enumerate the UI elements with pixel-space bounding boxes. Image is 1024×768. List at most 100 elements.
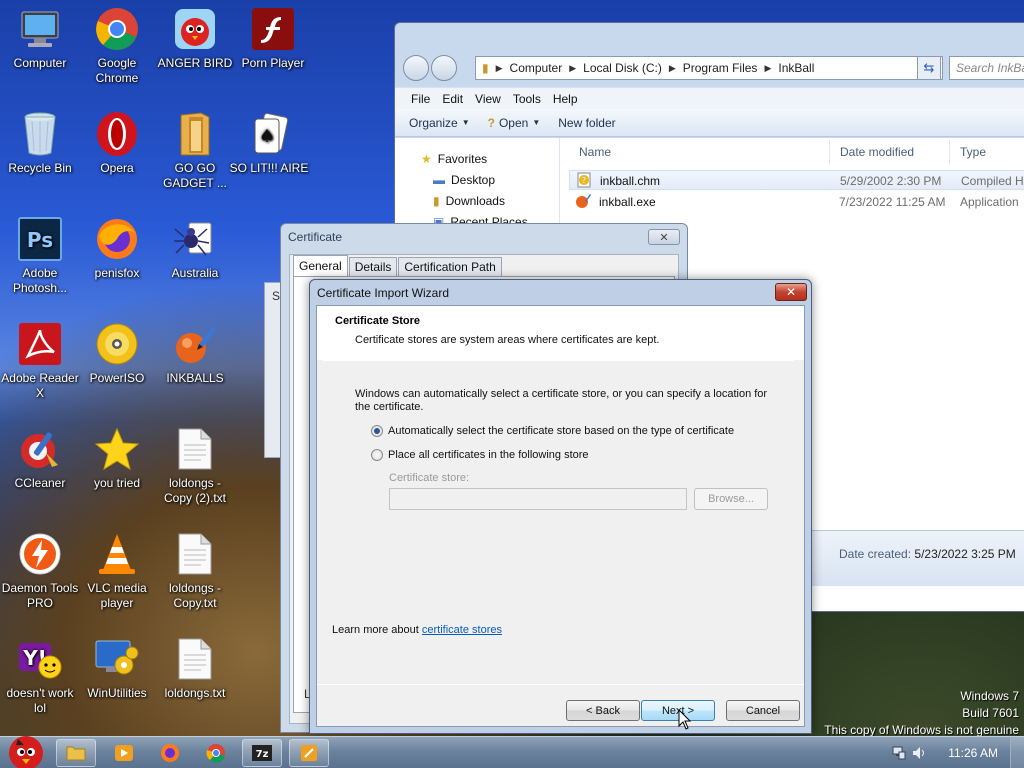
browse-button: Browse... bbox=[694, 488, 768, 510]
desktop-icon: ▬ bbox=[433, 173, 445, 187]
flash-player-icon bbox=[250, 6, 296, 52]
column-date-modified[interactable]: Date modified bbox=[840, 145, 914, 159]
forward-nav-button[interactable] bbox=[431, 55, 457, 81]
close-button[interactable]: ✕ bbox=[775, 283, 807, 301]
refresh-button[interactable]: ⇆ bbox=[917, 56, 941, 80]
desktop-icon-poweriso[interactable]: PowerISO bbox=[77, 315, 157, 415]
back-nav-button[interactable] bbox=[403, 55, 429, 81]
desktop-icon-so-lit-aire[interactable]: ♠ SO LIT!!! AIRE bbox=[229, 105, 309, 205]
menu-help[interactable]: Help bbox=[547, 92, 584, 106]
learn-more-prefix: Learn more about bbox=[332, 624, 422, 636]
breadcrumb-inkball[interactable]: InkBall bbox=[778, 61, 814, 75]
desktop-icon-vlc[interactable]: VLC media player bbox=[77, 525, 157, 625]
star-icon bbox=[94, 426, 140, 472]
auto-select-option[interactable]: Automatically select the certificate sto… bbox=[371, 425, 734, 437]
start-button[interactable] bbox=[4, 731, 48, 768]
desktop-icon-opera[interactable]: Opera bbox=[77, 105, 157, 205]
svg-text:?: ? bbox=[582, 176, 586, 185]
desktop-icon-doesnt-work[interactable]: Y! doesn't work lol bbox=[0, 630, 80, 730]
radio-unselected-icon[interactable] bbox=[371, 449, 383, 461]
desktop-icon-porn-player[interactable]: Porn Player bbox=[233, 0, 313, 100]
desktop-icon-computer[interactable]: Computer bbox=[0, 0, 80, 100]
taskbar-explorer[interactable] bbox=[56, 739, 96, 767]
nav-desktop[interactable]: ▬ Desktop bbox=[433, 173, 495, 187]
certificate-stores-link[interactable]: certificate stores bbox=[422, 624, 502, 636]
nav-favorites[interactable]: ★ Favorites bbox=[421, 152, 487, 166]
auto-select-label: Automatically select the certificate sto… bbox=[388, 425, 735, 437]
desktop-icon-adobe-photoshop[interactable]: Ps Adobe Photosh... bbox=[0, 210, 80, 310]
cancel-button[interactable]: Cancel bbox=[726, 700, 800, 721]
intro-line-2: the certificate. bbox=[355, 401, 424, 413]
tab-certification-path[interactable]: Certification Path bbox=[398, 257, 502, 277]
desktop-icon-ccleaner[interactable]: CCleaner bbox=[0, 420, 80, 520]
column-name[interactable]: Name bbox=[579, 145, 611, 159]
wizard-content: Certificate Store Certificate stores are… bbox=[316, 305, 805, 727]
radio-selected-icon[interactable] bbox=[371, 425, 383, 437]
menu-edit[interactable]: Edit bbox=[436, 92, 469, 106]
chevron-right-icon: ▶ bbox=[764, 62, 772, 73]
tab-details[interactable]: Details bbox=[348, 257, 398, 277]
text-file-icon bbox=[172, 636, 218, 682]
desktop-icon-loldongs-copy[interactable]: loldongs - Copy.txt bbox=[155, 525, 235, 625]
desktop-icon-winutilities[interactable]: WinUtilities bbox=[77, 630, 157, 730]
desktop-icon-adobe-reader[interactable]: Adobe Reader X bbox=[0, 315, 80, 415]
open-button[interactable]: ? Open ▼ bbox=[488, 116, 541, 130]
import-wizard-window[interactable]: Certificate Import Wizard ✕ Certificate … bbox=[309, 279, 812, 734]
breadcrumb-computer[interactable]: Computer bbox=[510, 61, 563, 75]
network-icon[interactable] bbox=[892, 746, 906, 760]
intro-text: Windows can automatically select a certi… bbox=[355, 388, 767, 414]
menu-file[interactable]: File bbox=[405, 92, 436, 106]
menu-tools[interactable]: Tools bbox=[507, 92, 547, 106]
desktop-icon-go-go-gadget[interactable]: GO GO GADGET ... bbox=[155, 105, 235, 205]
svg-text:Ps: Ps bbox=[27, 228, 53, 252]
watermark-os: Windows 7 bbox=[960, 689, 1019, 703]
menu-view[interactable]: View bbox=[469, 92, 507, 106]
taskbar: 7z 11:26 AM bbox=[0, 736, 1024, 768]
manual-store-option[interactable]: Place all certificates in the following … bbox=[371, 449, 589, 461]
close-icon: ✕ bbox=[659, 231, 669, 244]
desktop-icon-anger-bird[interactable]: ANGER BIRD bbox=[155, 0, 235, 100]
close-icon: ✕ bbox=[785, 285, 797, 299]
close-button[interactable]: ✕ bbox=[648, 229, 680, 245]
search-input[interactable]: Search InkBall bbox=[949, 56, 1024, 80]
page-title: Certificate Store bbox=[335, 315, 420, 327]
yahoo-messenger-icon: Y! bbox=[17, 636, 63, 682]
taskbar-firefox[interactable] bbox=[150, 739, 190, 767]
firefox-icon bbox=[94, 216, 140, 262]
desktop-icon-loldongs-copy-2[interactable]: loldongs - Copy (2).txt bbox=[155, 420, 235, 520]
text-file-icon bbox=[172, 426, 218, 472]
address-bar[interactable]: ▮ ▶ Computer ▶ Local Disk (C:) ▶ Program… bbox=[475, 56, 943, 80]
taskbar-chrome[interactable] bbox=[196, 739, 236, 767]
refresh-icon: ⇆ bbox=[923, 60, 935, 75]
taskbar-certificate-wizard[interactable] bbox=[289, 739, 329, 767]
desktop-icon-google-chrome[interactable]: Google Chrome bbox=[77, 0, 157, 100]
inkball-exe-icon bbox=[575, 193, 591, 209]
desktop-icon-daemon-tools[interactable]: Daemon Tools PRO bbox=[0, 525, 80, 625]
breadcrumb-local-disk[interactable]: Local Disk (C:) bbox=[583, 61, 662, 75]
desktop-icon-inkballs[interactable]: INKBALLS bbox=[155, 315, 235, 415]
desktop-icon-penisfox[interactable]: penisfox bbox=[77, 210, 157, 310]
new-folder-button[interactable]: New folder bbox=[558, 116, 615, 130]
tab-general[interactable]: General bbox=[293, 255, 348, 277]
file-row[interactable]: ? inkball.chm 5/29/2002 2:30 PM Compiled… bbox=[569, 170, 1024, 190]
taskbar-7zip[interactable]: 7z bbox=[242, 739, 282, 767]
show-desktop-button[interactable] bbox=[1010, 737, 1024, 768]
column-type[interactable]: Type bbox=[960, 145, 986, 159]
divider bbox=[317, 684, 804, 685]
desktop-icon-australia[interactable]: Australia bbox=[155, 210, 235, 310]
nav-downloads[interactable]: ▮ Downloads bbox=[433, 194, 505, 208]
chevron-right-icon: ▶ bbox=[569, 62, 577, 73]
desktop-icon-loldongs[interactable]: loldongs.txt bbox=[155, 630, 235, 730]
date-created-value: 5/23/2022 3:25 PM bbox=[914, 547, 1016, 561]
desktop-icon-recycle-bin[interactable]: Recycle Bin bbox=[0, 105, 80, 205]
taskbar-media-player[interactable] bbox=[104, 739, 144, 767]
back-button[interactable]: < Back bbox=[566, 700, 640, 721]
desktop-icon-you-tried[interactable]: you tried bbox=[77, 420, 157, 520]
breadcrumb-program-files[interactable]: Program Files bbox=[683, 61, 758, 75]
organize-button[interactable]: Organize ▼ bbox=[409, 116, 470, 130]
file-row[interactable]: inkball.exe 7/23/2022 11:25 AM Applicati… bbox=[569, 192, 1024, 212]
volume-icon[interactable] bbox=[912, 746, 926, 760]
folder-icon bbox=[66, 746, 86, 761]
poweriso-icon bbox=[94, 321, 140, 367]
clock[interactable]: 11:26 AM bbox=[948, 746, 998, 760]
